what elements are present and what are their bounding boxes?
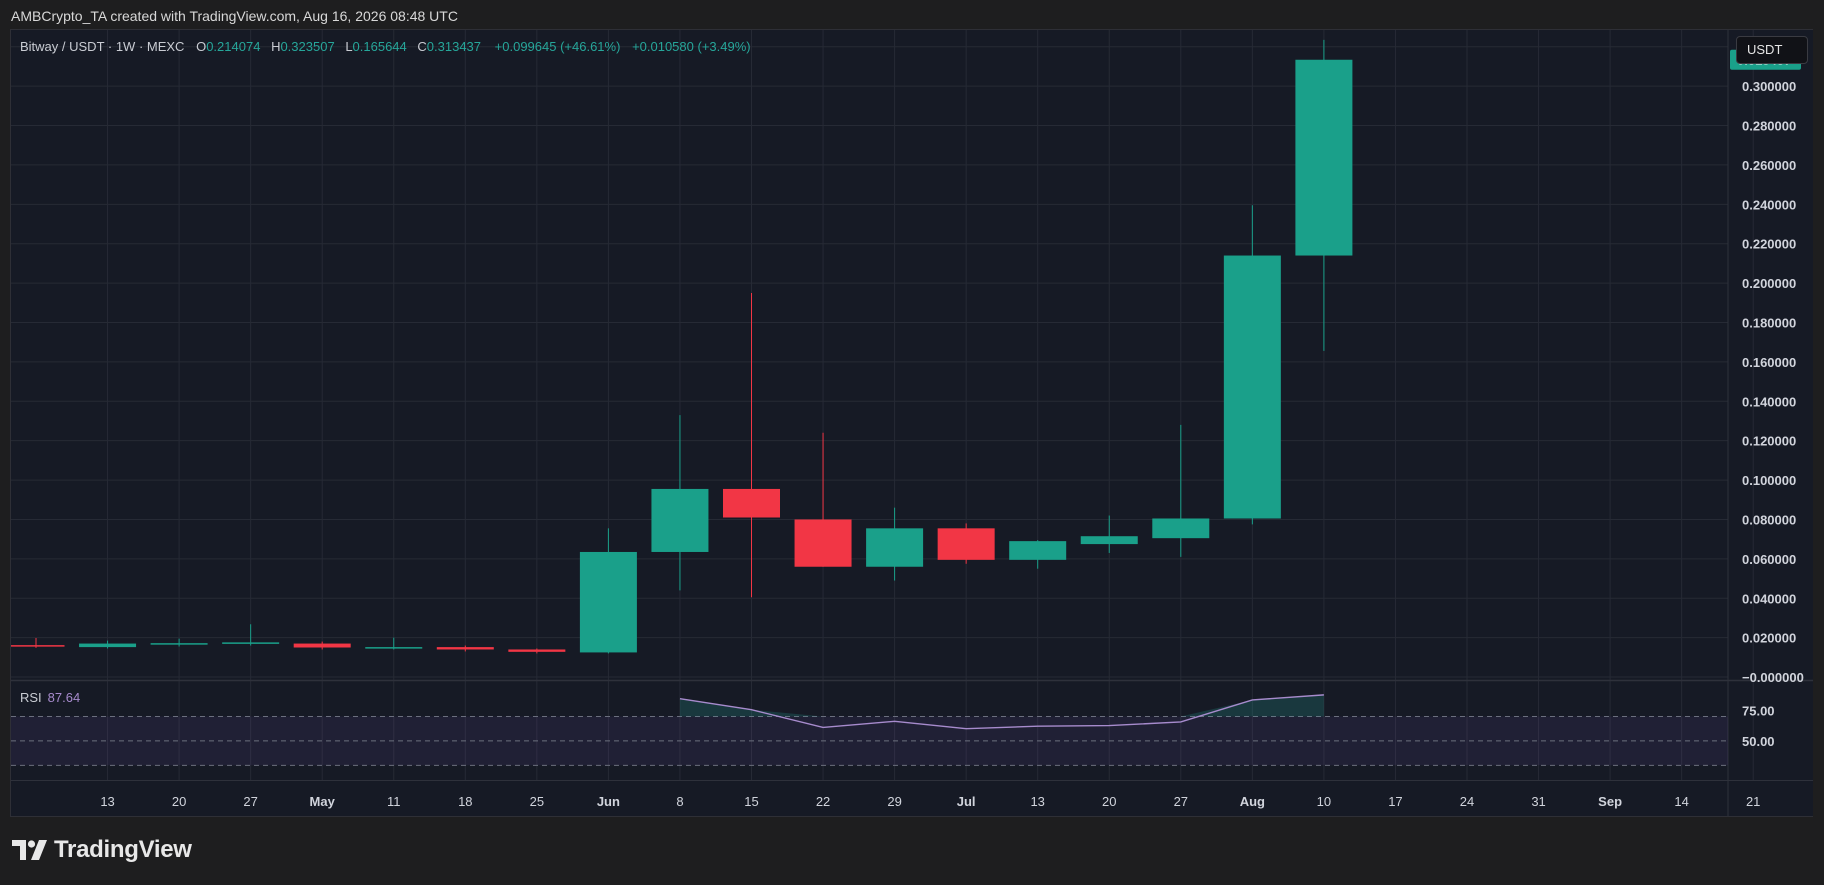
candle-body	[651, 488, 709, 552]
time-tick-label: 31	[1531, 794, 1545, 809]
open-label: O	[196, 39, 207, 54]
symbol-name[interactable]: Bitway / USDT · 1W · MEXC	[20, 39, 184, 54]
candle-body	[365, 647, 423, 649]
candle-body	[937, 528, 995, 560]
time-tick-label: May	[310, 794, 336, 809]
time-tick-label: 22	[816, 794, 830, 809]
time-tick-label: 25	[530, 794, 544, 809]
candle-body	[508, 649, 566, 652]
candle-body	[794, 519, 852, 567]
low-label: L	[345, 39, 353, 54]
time-tick-label: 17	[1388, 794, 1402, 809]
price-tick-label: −0.000000	[1742, 670, 1804, 685]
price-tick-label: 0.260000	[1742, 158, 1796, 173]
time-tick-label: 20	[1102, 794, 1116, 809]
time-tick-label: 29	[887, 794, 901, 809]
candle-body	[1295, 59, 1353, 256]
candle-body	[11, 645, 65, 647]
time-tick-label: Jun	[597, 794, 620, 809]
attribution-text: AMBCrypto_TA created with TradingView.co…	[11, 8, 458, 24]
change-value-2: +0.010580 (+3.49%)	[632, 39, 751, 54]
symbol-legend: Bitway / USDT · 1W · MEXC O0.214074 H0.3…	[20, 39, 751, 54]
price-tick-label: 0.180000	[1742, 316, 1796, 331]
rsi-label: RSI	[20, 690, 42, 705]
price-tick-label: 0.020000	[1742, 631, 1796, 646]
time-tick-label: 13	[100, 794, 114, 809]
price-tick-label: 0.140000	[1742, 394, 1796, 409]
price-tick-label: 0.280000	[1742, 119, 1796, 134]
time-tick-label: 18	[458, 794, 472, 809]
time-tick-label: 15	[744, 794, 758, 809]
candle-body	[150, 643, 208, 645]
time-tick-label: Sep	[1598, 794, 1622, 809]
time-tick-label: 14	[1674, 794, 1688, 809]
rsi-tick-label: 50.00	[1742, 734, 1775, 749]
time-tick-label: 27	[243, 794, 257, 809]
rsi-legend: RSI 87.64	[20, 690, 80, 705]
price-tick-label: 0.120000	[1742, 434, 1796, 449]
chart-background	[11, 30, 1813, 816]
candle-body	[1223, 255, 1281, 519]
time-tick-label: 24	[1460, 794, 1474, 809]
price-chart[interactable]: 0.3200000.3000000.2800000.2600000.240000…	[11, 30, 1813, 816]
candle-body	[723, 488, 780, 518]
price-tick-label: 0.240000	[1742, 197, 1796, 212]
price-tick-label: 0.200000	[1742, 276, 1796, 291]
low-value: 0.165644	[352, 39, 407, 54]
price-tick-label: 0.100000	[1742, 473, 1796, 488]
candle-body	[866, 528, 924, 567]
time-tick-label: 20	[172, 794, 186, 809]
price-tick-label: 0.040000	[1742, 591, 1796, 606]
time-tick-label: 27	[1174, 794, 1188, 809]
price-tick-label: 0.080000	[1742, 512, 1796, 527]
candle-body	[1152, 518, 1210, 539]
tradingview-logo[interactable]: TradingView	[12, 836, 192, 864]
time-tick-label: 10	[1317, 794, 1331, 809]
close-value: 0.313437	[426, 39, 482, 54]
high-value: 0.323507	[280, 39, 335, 54]
time-tick-label: 11	[387, 794, 401, 809]
candle-body	[436, 647, 494, 650]
candle-body	[1009, 541, 1067, 560]
price-tick-label: 0.160000	[1742, 355, 1796, 370]
time-tick-label: 13	[1030, 794, 1044, 809]
tradingview-wordmark: TradingView	[54, 836, 192, 863]
time-tick-label: Aug	[1240, 794, 1265, 809]
time-tick-label: Jul	[957, 794, 976, 809]
candle-body	[1080, 536, 1138, 545]
rsi-tick-label: 75.00	[1742, 703, 1775, 718]
price-tick-label: 0.060000	[1742, 552, 1796, 567]
candle-body	[579, 551, 637, 653]
candle-body	[79, 643, 137, 648]
open-value: 0.214074	[206, 39, 261, 54]
candle-body	[293, 643, 351, 648]
price-tick-label: 0.220000	[1742, 237, 1796, 252]
rsi-value: 87.64	[47, 690, 81, 705]
close-label: C	[417, 39, 427, 54]
time-tick-label: 21	[1746, 794, 1760, 809]
candle-body	[222, 642, 280, 644]
tradingview-logo-icon	[12, 840, 47, 860]
time-tick-label: 8	[676, 794, 683, 809]
change-value: +0.099645 (+46.61%)	[494, 39, 621, 54]
currency-button[interactable]: USDT	[1736, 36, 1808, 64]
price-tick-label: 0.300000	[1742, 79, 1796, 94]
